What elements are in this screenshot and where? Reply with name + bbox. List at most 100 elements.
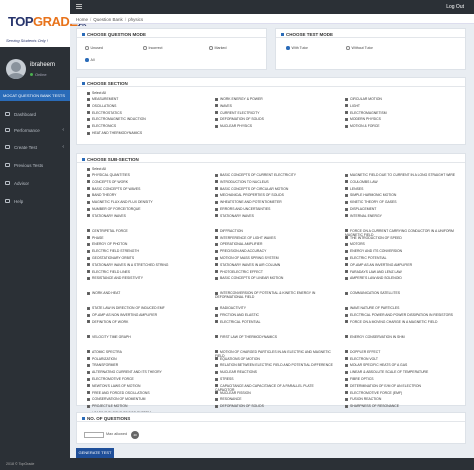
sidebar-item-create-test[interactable]: Create Test ‹ xyxy=(0,141,70,153)
checkbox-item[interactable]: CENTRIPETAL FORCE xyxy=(87,229,128,233)
checkbox-item[interactable]: NUMBER OF FORCE/TORQUE xyxy=(87,207,141,211)
checkbox-item[interactable]: FREE AND FORCED OSCILLATIONS xyxy=(87,391,150,395)
checkbox-item[interactable]: ENERGY AND ITS CONVERSION xyxy=(345,249,402,253)
checkbox-item[interactable]: NUCLEAR PHYSICS xyxy=(215,124,252,128)
checkbox-item[interactable]: DEFINITION OF WORK xyxy=(87,320,128,324)
checkbox-item[interactable]: STATIONARY WAVES IN A STRETCHED STRING xyxy=(87,263,168,267)
checkbox-item[interactable]: MOTION & FORCE xyxy=(345,124,380,128)
checkbox-item[interactable]: OP-AMP AS AN INVERTING AMPLIFIER xyxy=(345,263,412,267)
checkbox-item[interactable]: CIRCULAR MOTION xyxy=(345,97,382,101)
checkbox-item[interactable]: STATE LAW IN DIRECTION OF INDUCED EMF xyxy=(87,306,165,310)
checkbox-item[interactable]: ELECTRIC FIELD STRENGTH xyxy=(87,249,139,253)
checkbox-item[interactable]: PRECISION AND ACCURACY xyxy=(215,249,266,253)
checkbox-item[interactable]: ELECTROMOTIVE FORCE xyxy=(87,377,134,381)
checkbox-item[interactable]: ELECTROMOTIVE FORCE (EMF) xyxy=(345,391,402,395)
checkbox-item[interactable]: MODERN PHYSICS xyxy=(345,117,381,121)
checkbox-item[interactable]: ELECTROMAGNETISM xyxy=(345,111,387,115)
checkbox-item[interactable]: BASIC CONCEPTS OF WAVES xyxy=(87,187,140,191)
checkbox-item[interactable]: CONSERVATION OF MOMENTUM xyxy=(87,397,146,401)
checkbox-item[interactable]: FUSION REACTION xyxy=(345,397,381,401)
subsection-select-all[interactable]: Select All xyxy=(87,167,106,171)
checkbox-item[interactable]: ALTERNATING CURRENT AND ITS THEORY xyxy=(87,370,162,374)
checkbox-item[interactable]: MOTION OF MASS SPRING SYSTEM xyxy=(215,256,279,260)
checkbox-item[interactable]: WORK ENERGY & POWER xyxy=(215,97,263,101)
checkbox-item[interactable]: STATIONARY WAVES xyxy=(215,214,254,218)
checkbox-item[interactable]: MEASUREMENT xyxy=(87,97,118,101)
checkbox-item[interactable]: OSCILLATIONS xyxy=(87,104,116,108)
checkbox-item[interactable]: POLARIZATION xyxy=(87,357,117,361)
checkbox-item[interactable]: OP-AMP AS NON INVERTING AMPLIFIER xyxy=(87,313,157,317)
checkbox-item[interactable]: MAGNETIC FLUX AND FLUX DENSITY xyxy=(87,200,153,204)
breadcrumb-bank[interactable]: Question Bank xyxy=(93,17,123,22)
checkbox-item[interactable]: INTERCONVERSION OF POTENTIAL & KINETIC E… xyxy=(215,291,333,299)
checkbox-item[interactable]: ELECTRIC POTENTIAL xyxy=(345,256,387,260)
checkbox-item[interactable]: DISPLACEMENT xyxy=(345,207,376,211)
num-questions-input[interactable] xyxy=(84,432,104,438)
generate-test-button[interactable]: GENERATE TEST xyxy=(76,448,114,458)
logout-button[interactable]: Log Out xyxy=(446,4,464,10)
checkbox-item[interactable]: SIMPLE HARMONIC MOTION xyxy=(345,193,396,197)
checkbox-item[interactable]: ERRORS AND UNCERTAINTIES xyxy=(215,207,270,211)
checkbox-item[interactable]: FORCE ON A MOVING CHARGE IN A MAGNETIC F… xyxy=(345,320,437,324)
checkbox-item[interactable]: ELECTRONICS xyxy=(87,124,116,128)
checkbox-item[interactable]: GEOSTATIONARY ORBITS xyxy=(87,256,134,260)
sidebar-item-performance[interactable]: Performance ‹ xyxy=(0,124,70,136)
checkbox-item[interactable]: STATIONARY WAVES xyxy=(87,214,126,218)
checkbox-item[interactable]: PHOTOELECTRIC EFFECT xyxy=(215,270,263,274)
checkbox-item[interactable]: LIGHT xyxy=(345,104,360,108)
checkbox-item[interactable]: WORK AND HEAT xyxy=(87,291,120,295)
checkbox-item[interactable]: MOLAR SPECIFIC HEATS OF A GAS xyxy=(345,363,407,367)
checkbox-item[interactable]: PHYSICAL QUANTITIES xyxy=(87,173,130,177)
checkbox-item[interactable]: FARADAYS LAW AND LENZ LAW xyxy=(345,270,402,274)
checkbox-item[interactable]: DOPPLER EFFECT xyxy=(345,350,380,354)
test-mode-with-tutor[interactable]: With Tutor xyxy=(286,46,308,50)
checkbox-item[interactable]: LENSES xyxy=(345,187,363,191)
checkbox-item[interactable]: ELECTRON VOLT xyxy=(345,357,378,361)
checkbox-item[interactable]: MAGNETIC FIELD DUE TO CURRENT IN A LONG … xyxy=(345,173,455,177)
checkbox-item[interactable]: OPERATIONAL AMPLIFIER xyxy=(215,242,262,246)
checkbox-item[interactable]: HEAT AND THERMODYNAMICS xyxy=(87,131,142,135)
section-select-all[interactable]: Select All xyxy=(87,91,106,95)
breadcrumb-home[interactable]: Home xyxy=(76,17,88,22)
checkbox-item[interactable]: ELECTRICAL POTENTIAL xyxy=(215,320,261,324)
checkbox-item[interactable]: ENERGY CONSERVATION IN SHM xyxy=(345,335,405,339)
checkbox-item[interactable]: RELATION BETWEEN ELECTRIC FIELD AND POTE… xyxy=(215,363,333,367)
checkbox-item[interactable]: MECHANICAL PROPERTIES OF SOLIDS xyxy=(215,193,284,197)
checkbox-item[interactable]: ELECTRIC FIELD LINES xyxy=(87,270,130,274)
checkbox-item[interactable]: ATOMIC SPECTRA xyxy=(87,350,122,354)
checkbox-item[interactable]: BASIC CONCEPTS OF CURRENT ELECTRICITY xyxy=(215,173,296,177)
checkbox-item[interactable]: CONCEPTS OF WORK xyxy=(87,180,128,184)
sidebar-item-dashboard[interactable]: Dashboard xyxy=(0,108,70,120)
checkbox-item[interactable]: NUCLEAR REACTIONS xyxy=(215,370,257,374)
checkbox-item[interactable]: COULOMBS LAW xyxy=(345,180,378,184)
checkbox-item[interactable]: WAVE NATURE OF PARTICLES xyxy=(345,306,399,310)
checkbox-item[interactable]: FRICTION AND ELASTIC xyxy=(215,313,259,317)
checkbox-item[interactable]: MOTORS xyxy=(345,242,365,246)
mode-option-incorrect[interactable]: Incorrect xyxy=(143,46,162,50)
checkbox-item[interactable]: LINEAR & ABSOLUTE SCALE OF TEMPERATURE xyxy=(345,370,428,374)
checkbox-item[interactable]: CURRENT ELECTRICITY xyxy=(215,111,260,115)
checkbox-item[interactable]: WAVES xyxy=(215,104,232,108)
checkbox-item[interactable]: STRESS xyxy=(215,377,234,381)
checkbox-item[interactable]: AMPERE'S LAW AND SOLENOID xyxy=(345,276,402,280)
checkbox-item[interactable]: ENERGY OF PHOTON xyxy=(87,242,127,246)
checkbox-item[interactable]: DETERMINATION OF E/M OF AN ELECTRON xyxy=(345,384,421,388)
checkbox-item[interactable]: FIRST LAW OF THERMODYNAMICS xyxy=(215,335,277,339)
checkbox-item[interactable]: BASIC CONCEPTS OF CIRCULAR MOTION xyxy=(215,187,288,191)
checkbox-item[interactable]: INTERNAL ENERGY xyxy=(345,214,382,218)
mode-option-marked[interactable]: Marked xyxy=(209,46,226,50)
checkbox-item[interactable]: DIFFRACTION xyxy=(215,229,243,233)
checkbox-item[interactable]: DEFORMATION OF SOLIDS xyxy=(215,117,264,121)
checkbox-item[interactable]: SHARPNESS OF RESONANCE xyxy=(345,404,399,408)
checkbox-item[interactable]: PROJECTILE MOTION xyxy=(87,404,127,408)
sidebar-item-mocat[interactable]: MOCAT QUESTION BANK TESTS xyxy=(0,90,70,101)
checkbox-item[interactable]: RESISTANCE AND RESISTIVITY xyxy=(87,276,143,280)
sidebar-item-advisor[interactable]: Advisor xyxy=(0,177,70,189)
mode-option-all[interactable]: All xyxy=(85,58,95,62)
checkbox-item[interactable]: ELECTRICAL POWER AND POWER DISSIPATION I… xyxy=(345,313,453,317)
checkbox-item[interactable]: DEFORMATION OF SOLIDS xyxy=(215,404,264,408)
checkbox-item[interactable]: STATIONARY WAVES IN AIR COLUMN xyxy=(215,263,280,267)
checkbox-item[interactable]: TRANSFORMER xyxy=(87,363,118,367)
sidebar-item-previous-tests[interactable]: Previous Tests xyxy=(0,159,70,171)
checkbox-item[interactable]: KINETIC THEORY OF GASES xyxy=(345,200,397,204)
